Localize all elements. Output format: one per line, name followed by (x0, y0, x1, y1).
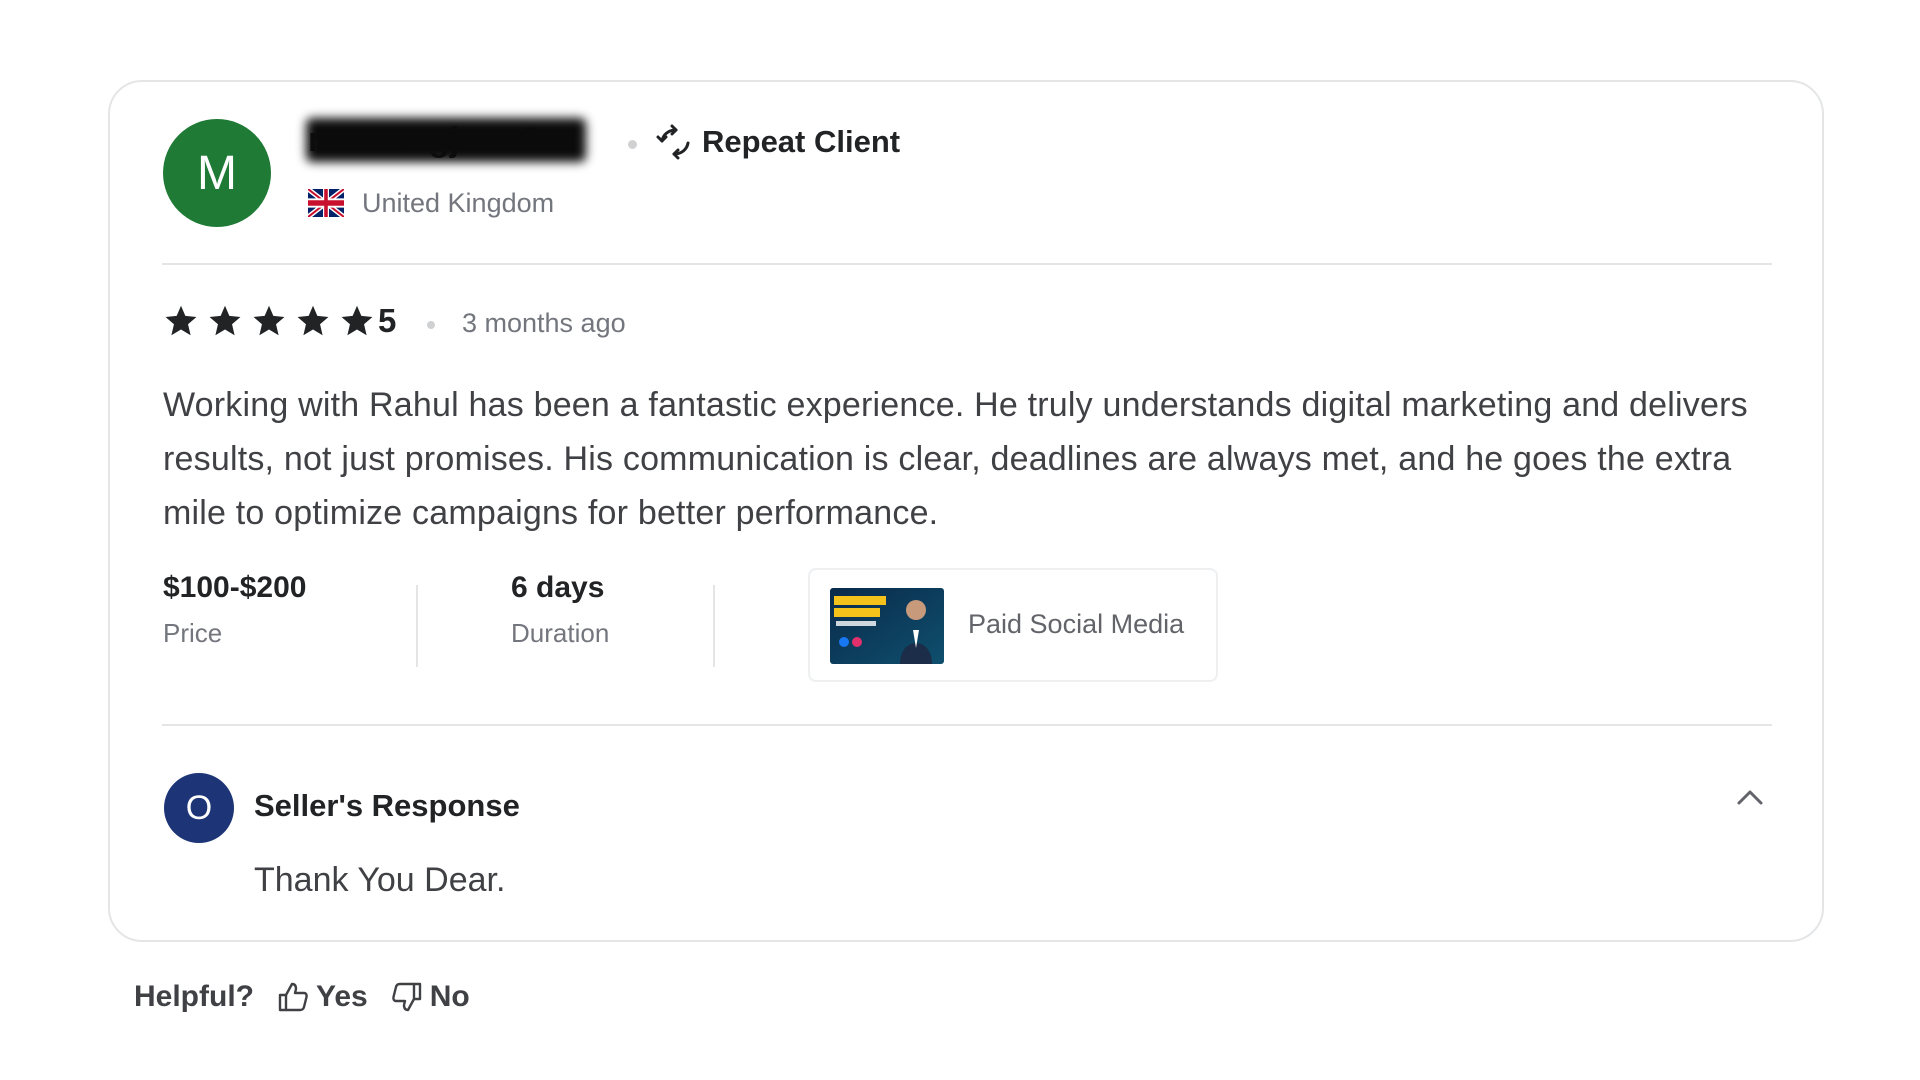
review-text: Working with Rahul has been a fantastic … (163, 386, 1748, 532)
review-time: 3 months ago (462, 308, 626, 338)
star-icon (341, 305, 373, 336)
repeat-client-label: Repeat Client (702, 124, 901, 159)
star-icon (297, 305, 329, 336)
star-icon (209, 305, 241, 336)
helpful-yes-button[interactable]: Yes (276, 980, 368, 1014)
reviewer-avatar-initial: M (197, 146, 237, 200)
star-icon (253, 305, 285, 336)
duration-value: 6 days (511, 571, 605, 604)
duration-label: Duration (511, 618, 610, 648)
repeat-icon (656, 124, 690, 160)
star-icon (165, 305, 197, 336)
seller-response-text: Thank You Dear. (254, 861, 506, 899)
star-rating (162, 301, 376, 341)
price-label: Price (163, 618, 223, 648)
repeat-client-badge: Repeat Client (656, 120, 900, 164)
price-value: $100-$200 (163, 571, 307, 604)
reviewer-country: United Kingdom (362, 188, 555, 218)
gig-thumbnail (830, 588, 944, 664)
thumbs-down-icon (391, 982, 421, 1012)
chevron-up-icon[interactable] (1733, 784, 1767, 810)
rating-value: 5 (378, 302, 397, 339)
gig-label: Paid Social Media (968, 609, 1185, 639)
helpful-no-button[interactable]: No (390, 980, 470, 1014)
thumbs-up-icon (278, 982, 308, 1012)
meta-divider (713, 585, 715, 667)
helpful-row: Helpful? Yes No (134, 975, 470, 1019)
meta-divider (416, 585, 418, 667)
separator-dot (628, 140, 637, 149)
gig-card[interactable]: Paid Social Media (808, 568, 1218, 682)
reviewer-name-redaction (306, 118, 586, 162)
reviewer-avatar[interactable]: M (163, 119, 271, 227)
helpful-label: Helpful? (134, 980, 254, 1013)
gig-thumbnail-image (830, 588, 944, 664)
response-divider (162, 724, 1772, 726)
seller-response-title: Seller's Response (254, 788, 520, 823)
seller-avatar: O (164, 773, 234, 843)
separator-dot (427, 321, 435, 329)
header-divider (162, 263, 1772, 265)
helpful-no-label: No (429, 980, 470, 1013)
uk-flag-icon (308, 189, 344, 217)
seller-avatar-initial: O (185, 788, 213, 827)
helpful-yes-label: Yes (316, 980, 368, 1013)
